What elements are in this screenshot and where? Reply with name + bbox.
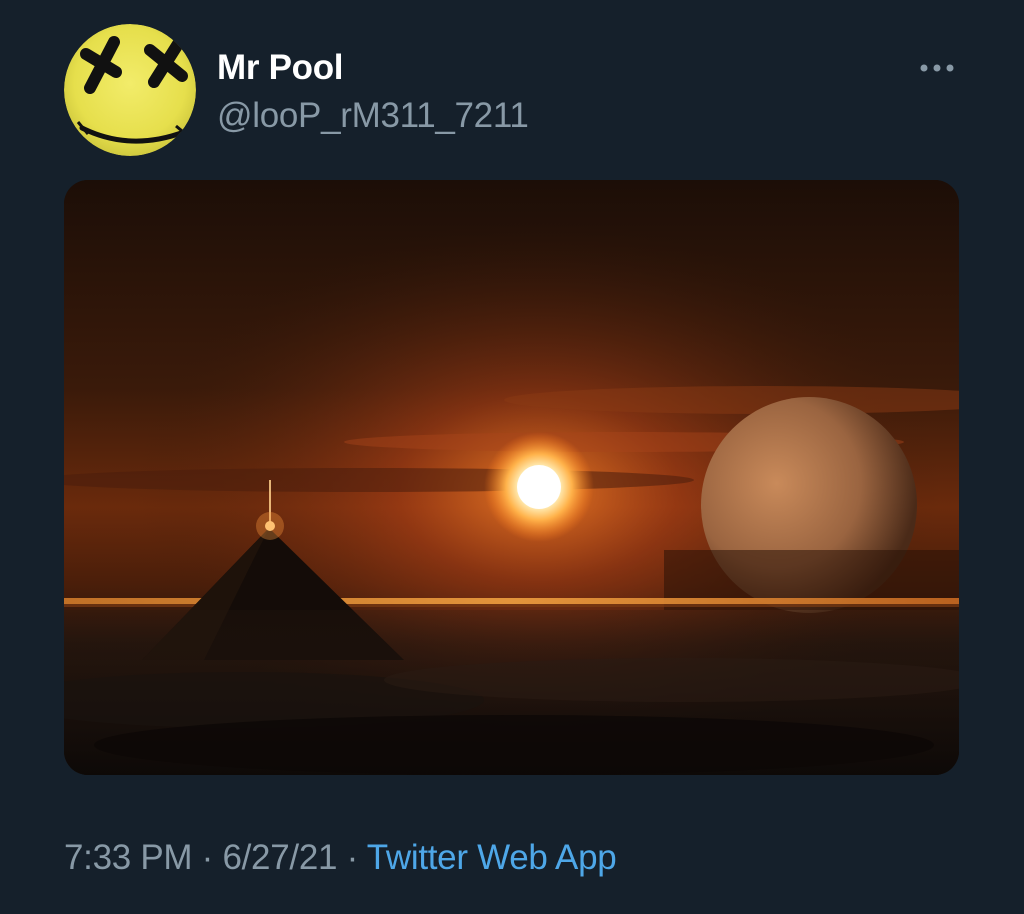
- tweet-media-image[interactable]: [64, 180, 959, 775]
- author-handle[interactable]: @looP_rM311_7211: [217, 96, 529, 136]
- tweet-date[interactable]: 6/27/21: [222, 838, 337, 877]
- tweet-card: Mr Pool @looP_rM311_7211 7:33 PM · 6/27/…: [0, 0, 1024, 914]
- tweet-meta: 7:33 PM · 6/27/21 · Twitter Web App: [64, 838, 617, 878]
- more-options-button[interactable]: [912, 50, 962, 86]
- ellipsis-icon: [920, 64, 954, 72]
- tweet-time[interactable]: 7:33 PM: [64, 838, 193, 877]
- tweet-source-link[interactable]: Twitter Web App: [367, 838, 617, 877]
- meta-separator-2: ·: [337, 838, 367, 877]
- smiley-x-eyes-icon: [64, 24, 196, 156]
- author-display-name[interactable]: Mr Pool: [217, 48, 344, 88]
- author-avatar[interactable]: [64, 24, 196, 156]
- pyramid-sunset-artwork: [64, 180, 959, 775]
- meta-separator: ·: [192, 838, 223, 877]
